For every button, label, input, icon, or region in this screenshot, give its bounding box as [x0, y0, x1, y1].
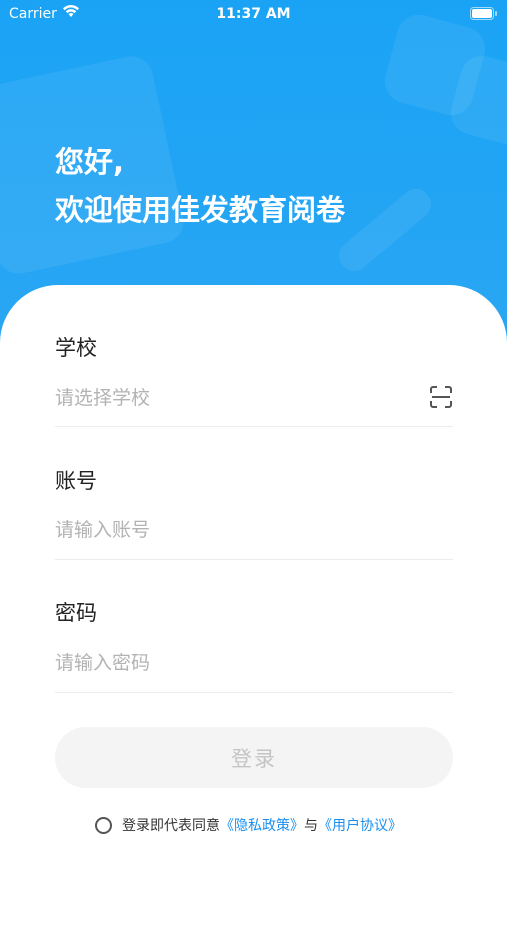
divider	[55, 426, 453, 427]
divider	[55, 559, 453, 560]
password-label: 密码	[55, 601, 97, 625]
account-input[interactable]	[55, 514, 395, 546]
account-label: 账号	[55, 469, 97, 493]
scan-icon[interactable]	[430, 386, 452, 408]
greeting-hello: 您好,	[55, 145, 125, 179]
privacy-policy-link[interactable]: 《隐私政策》	[220, 815, 304, 835]
greeting-welcome: 欢迎使用佳发教育阅卷	[55, 193, 346, 227]
clock: 11:37 AM	[216, 6, 291, 22]
agreement-prefix: 登录即代表同意	[122, 818, 220, 834]
agreement-row: 登录即代表同意 《隐私政策》 与 《用户协议》	[95, 814, 402, 836]
battery-icon	[470, 7, 497, 20]
agreement-and: 与	[304, 818, 318, 834]
decorative-shape	[333, 183, 437, 277]
user-agreement-link[interactable]: 《用户协议》	[318, 815, 402, 835]
agree-radio[interactable]	[95, 816, 112, 834]
welcome-greeting: 您好, 欢迎使用佳发教育阅卷	[55, 138, 345, 234]
login-button[interactable]: 登录	[55, 727, 453, 788]
school-label: 学校	[55, 336, 97, 360]
divider	[55, 692, 453, 693]
school-select-input[interactable]	[55, 382, 395, 414]
status-bar: Carrier 11:37 AM	[0, 0, 507, 30]
password-input[interactable]	[55, 647, 395, 679]
